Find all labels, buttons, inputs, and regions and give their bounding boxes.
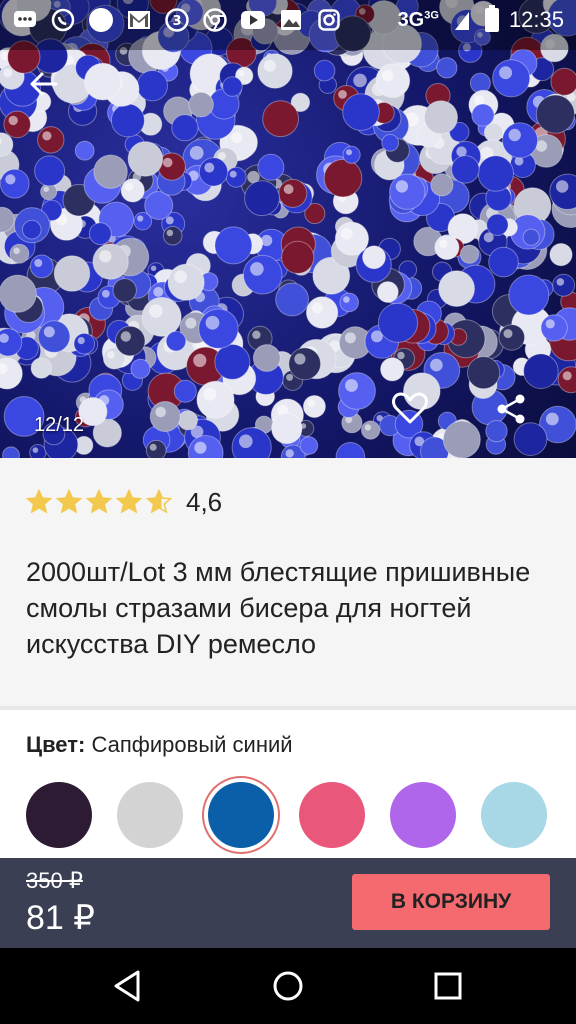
star-icon [146, 489, 172, 514]
color-label: Цвет: Сапфировый синий [26, 732, 293, 757]
chrome-icon [202, 7, 228, 33]
photos-icon [278, 7, 304, 33]
rating-row: 4,6 [26, 484, 550, 520]
nav-home-button[interactable] [270, 968, 306, 1004]
color-swatch[interactable] [208, 782, 274, 848]
back-button[interactable] [26, 66, 62, 102]
chat-icon [12, 7, 38, 33]
color-swatch[interactable] [117, 782, 183, 848]
selected-color-name: Сапфировый синий [91, 732, 293, 757]
product-photo [0, 0, 576, 458]
product-screen: 3 3G3G 12:35 12/12 4,6 2000шт/Lot 3 мм б… [0, 0, 576, 1024]
star-icon [116, 489, 142, 514]
square-recents-icon [434, 972, 462, 1000]
old-price: 350 ₽ [26, 868, 83, 893]
nav-recents-button[interactable] [430, 968, 466, 1004]
purchase-bar: 350 ₽ 81 ₽ В КОРЗИНУ [0, 858, 576, 948]
product-image-gallery[interactable] [0, 0, 576, 458]
battery-icon [484, 5, 499, 32]
star-icon [56, 489, 82, 514]
gmail-icon [126, 7, 152, 33]
star-rating [26, 489, 172, 515]
image-counter: 12/12 [34, 414, 85, 436]
color-selector: Цвет: Сапфировый синий [0, 710, 576, 858]
color-swatches [26, 782, 550, 848]
circle-icon [88, 7, 114, 33]
product-title: 2000шт/Lot 3 мм блестящие пришивные смол… [26, 557, 531, 659]
whatsapp-icon [50, 7, 76, 33]
wishlist-button[interactable] [390, 388, 430, 428]
status-bar: 3 3G3G 12:35 [0, 0, 576, 40]
youtube-icon [240, 7, 266, 33]
three-icon: 3 [164, 7, 190, 33]
home-circle-icon [273, 971, 303, 1001]
instagram-icon [316, 7, 342, 33]
color-swatch[interactable] [299, 782, 365, 848]
triangle-back-icon [114, 970, 140, 1002]
svg-text:3: 3 [172, 14, 181, 29]
color-swatch[interactable] [481, 782, 547, 848]
color-swatch[interactable] [26, 782, 92, 848]
color-swatch[interactable] [390, 782, 456, 848]
heart-icon [392, 392, 428, 424]
product-info: 4,6 2000шт/Lot 3 мм блестящие пришивные … [0, 458, 576, 706]
share-icon [497, 394, 525, 424]
nav-back-button[interactable] [110, 968, 146, 1004]
rating-value: 4,6 [186, 486, 223, 517]
navigation-bar [0, 948, 576, 1024]
arrow-left-icon [30, 72, 58, 96]
share-button[interactable] [494, 392, 528, 426]
clock: 12:35 [508, 7, 564, 32]
add-to-cart-button[interactable]: В КОРЗИНУ [352, 874, 550, 930]
network-indicator: 3G3G [397, 8, 439, 31]
star-icon [26, 489, 52, 514]
star-icon [86, 489, 112, 514]
signal-icon [449, 7, 475, 33]
current-price: 81 ₽ [26, 899, 95, 937]
